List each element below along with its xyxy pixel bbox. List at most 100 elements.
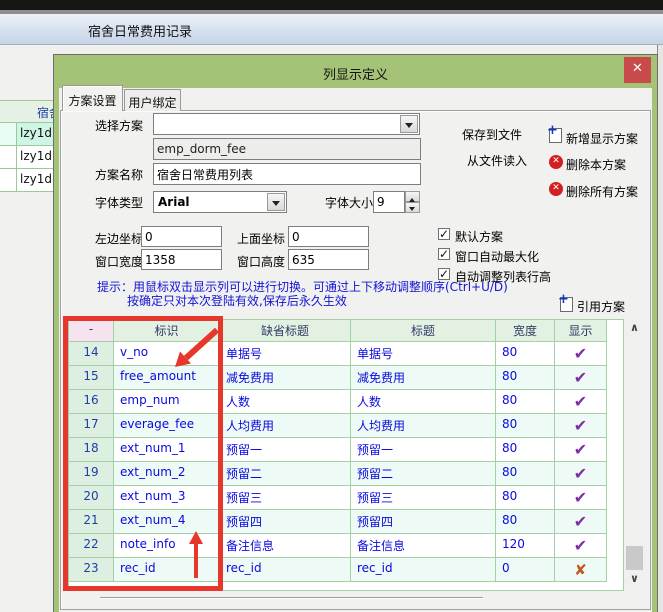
scheme-name-label: 方案名称 [95, 166, 143, 183]
grid-cell-width: 80 [496, 390, 555, 414]
grid-cell-identifier: ext_num_3 [114, 486, 220, 510]
grid-row[interactable]: 14v_no单据号单据号80 [69, 342, 623, 366]
grid-cell-identifier: ext_num_1 [114, 438, 220, 462]
default-scheme-checkbox[interactable] [438, 228, 450, 240]
visible-check-icon [555, 342, 607, 366]
grid-cell-num: 21 [69, 510, 114, 534]
grid-row[interactable]: 21ext_num_4预留四预留四80 [69, 510, 623, 534]
grid-cell-default-title: rec_id [220, 558, 351, 582]
grid-header-display[interactable]: 显示 [555, 320, 607, 342]
grid-cell-default-title: 单据号 [220, 342, 351, 366]
visible-check-icon [555, 510, 607, 534]
visible-cross-icon [555, 558, 607, 582]
visible-check-icon [555, 438, 607, 462]
grid-scrollbar[interactable] [624, 319, 645, 592]
reference-scheme-button[interactable]: 引用方案 [577, 298, 625, 315]
grid-body: 14v_no单据号单据号8015free_amount减免费用减免费用8016e… [69, 342, 623, 582]
scroll-up-icon[interactable] [624, 321, 645, 339]
grid-header-row: - 标识 缺省标题 标题 宽度 显示 [69, 320, 623, 342]
grid-cell-title: 人数 [351, 390, 496, 414]
grid-cell-width: 120 [496, 534, 555, 558]
grid-cell-default-title: 预留三 [220, 486, 351, 510]
grid-row[interactable]: 23rec_idrec_idrec_id0 [69, 558, 623, 582]
grid-row[interactable]: 17everage_fee人均费用人均费用80 [69, 414, 623, 438]
window-height-input[interactable] [288, 249, 369, 270]
top-coord-label: 上面坐标 [237, 230, 285, 247]
grid-cell-width: 80 [496, 366, 555, 390]
grid-header-width[interactable]: 宽度 [496, 320, 555, 342]
new-scheme-button[interactable]: 新增显示方案 [566, 130, 638, 147]
delete-all-schemes-button[interactable]: 删除所有方案 [566, 183, 638, 200]
grid-cell-title: 减免费用 [351, 366, 496, 390]
grid-cell-identifier: free_amount [114, 366, 220, 390]
left-coord-input[interactable] [141, 226, 222, 247]
new-scheme-icon [549, 128, 562, 143]
visible-check-icon [555, 534, 607, 558]
scheme-name-input[interactable] [153, 163, 421, 185]
grid-cell-identifier: rec_id [114, 558, 220, 582]
grid-cell-title: 单据号 [351, 342, 496, 366]
font-size-input[interactable] [373, 191, 405, 213]
font-type-label: 字体类型 [95, 194, 143, 211]
grid-cell-num: 19 [69, 462, 114, 486]
delete-all-icon [549, 182, 563, 196]
grid-row[interactable]: 18ext_num_1预留一预留一80 [69, 438, 623, 462]
default-scheme-label: 默认方案 [455, 228, 503, 245]
grid-cell-width: 80 [496, 486, 555, 510]
grid-cell-default-title: 减免费用 [220, 366, 351, 390]
grid-cell-default-title: 预留四 [220, 510, 351, 534]
column-grid: - 标识 缺省标题 标题 宽度 显示 14v_no单据号单据号8015free_… [68, 319, 624, 591]
delete-scheme-button[interactable]: 删除本方案 [566, 156, 626, 173]
grid-row[interactable]: 20ext_num_3预留三预留三80 [69, 486, 623, 510]
grid-header-default-title[interactable]: 缺省标题 [220, 320, 351, 342]
scrollbar-thumb[interactable] [626, 546, 643, 570]
font-size-label: 字体大小 [325, 194, 373, 211]
grid-header-identifier[interactable]: 标识 [114, 320, 220, 342]
grid-header-title[interactable]: 标题 [351, 320, 496, 342]
grid-cell-title: 预留二 [351, 462, 496, 486]
scroll-down-icon[interactable] [624, 572, 645, 590]
grid-cell-num: 22 [69, 534, 114, 558]
grid-cell-num: 23 [69, 558, 114, 582]
window-width-input[interactable] [141, 249, 222, 270]
top-coord-input[interactable] [288, 226, 369, 247]
chevron-down-icon[interactable] [267, 193, 285, 211]
visible-check-icon [555, 390, 607, 414]
tip-line2: 按确定只对本次登陆有效,保存后永久生效 [127, 292, 347, 309]
grid-cell-default-title: 预留一 [220, 438, 351, 462]
grid-row[interactable]: 22note_info备注信息备注信息120 [69, 534, 623, 558]
visible-check-icon [555, 366, 607, 390]
grid-cell-default-title: 人数 [220, 390, 351, 414]
save-to-file-button[interactable]: 保存到文件 [462, 126, 522, 143]
grid-row[interactable]: 19ext_num_2预留二预留二80 [69, 462, 623, 486]
tab-scheme-settings[interactable]: 方案设置 [62, 85, 123, 111]
spin-down-icon[interactable] [405, 202, 420, 213]
scheme-code-field: emp_dorm_fee [153, 138, 421, 160]
chevron-down-icon[interactable] [400, 115, 418, 133]
grid-cell-title: 备注信息 [351, 534, 496, 558]
grid-cell-identifier: ext_num_4 [114, 510, 220, 534]
visible-check-icon [555, 414, 607, 438]
grid-cell-title: 人均费用 [351, 414, 496, 438]
read-from-file-button[interactable]: 从文件读入 [467, 152, 527, 169]
grid-cell-width: 80 [496, 438, 555, 462]
left-coord-label: 左边坐标 [95, 230, 143, 247]
grid-row[interactable]: 15free_amount减免费用减免费用80 [69, 366, 623, 390]
grid-cell-width: 80 [496, 342, 555, 366]
grid-cell-num: 17 [69, 414, 114, 438]
grid-cell-default-title: 备注信息 [220, 534, 351, 558]
spin-up-icon[interactable] [405, 191, 420, 202]
grid-cell-num: 18 [69, 438, 114, 462]
grid-cell-num: 14 [69, 342, 114, 366]
grid-cell-identifier: v_no [114, 342, 220, 366]
select-scheme-combobox[interactable] [153, 113, 420, 135]
grid-cell-width: 0 [496, 558, 555, 582]
font-type-combobox[interactable]: Arial [153, 191, 287, 213]
tab-user-binding[interactable]: 用户绑定 [124, 89, 181, 111]
grid-row[interactable]: 16emp_num人数人数80 [69, 390, 623, 414]
grid-header-num[interactable]: - [69, 320, 114, 342]
auto-maximize-label: 窗口自动最大化 [455, 248, 539, 265]
grid-cell-identifier: ext_num_2 [114, 462, 220, 486]
auto-maximize-checkbox[interactable] [438, 248, 450, 260]
grid-cell-title: 预留四 [351, 510, 496, 534]
